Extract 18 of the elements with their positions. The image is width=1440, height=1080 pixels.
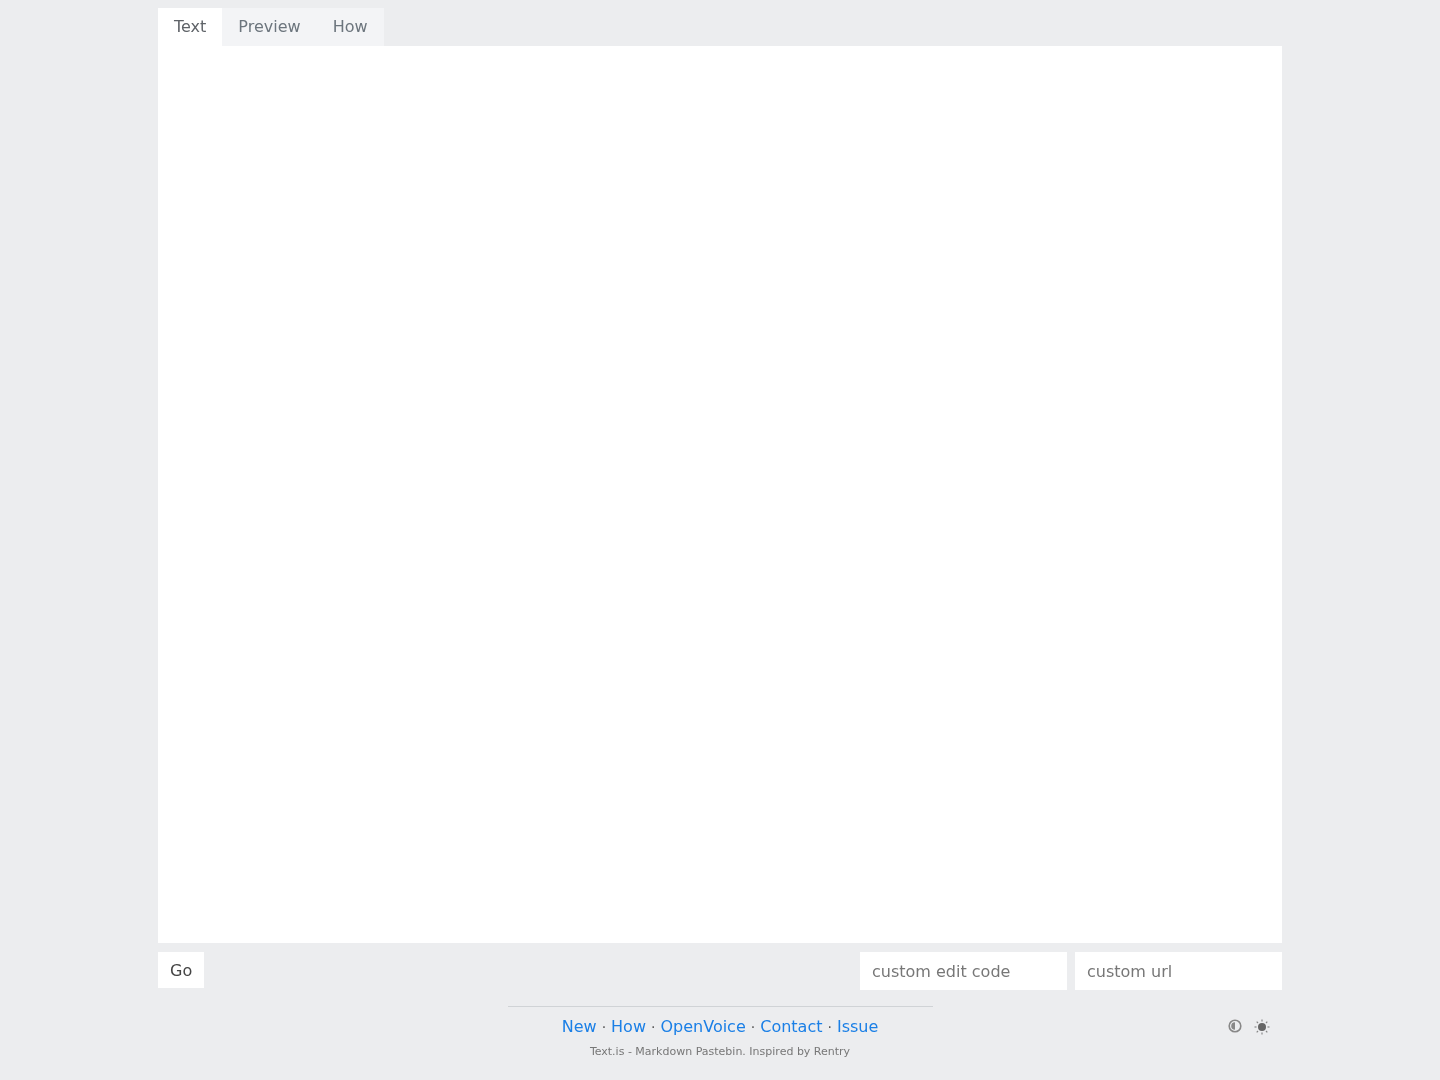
tab[interactable]: Text (158, 8, 223, 46)
sun-icon[interactable] (1254, 1019, 1270, 1035)
credit-text: Text.is - Markdown Pastebin. Inspired by Rentry (589, 1045, 851, 1058)
separator: · (651, 1018, 656, 1035)
go-button[interactable]: Go (158, 952, 205, 988)
separator: · (750, 1018, 756, 1035)
footer-link[interactable]: How (611, 1017, 646, 1036)
input-field[interactable]: custom edit code (860, 952, 1067, 990)
footer-link[interactable]: New (561, 1017, 597, 1036)
footer-link[interactable]: Issue (836, 1017, 879, 1036)
tab[interactable]: How (316, 8, 384, 46)
contrast-icon[interactable] (1228, 1019, 1242, 1033)
separator: · (601, 1018, 607, 1035)
footer-link[interactable]: Contact (760, 1017, 823, 1036)
tab[interactable]: Preview (222, 8, 317, 46)
separator: · (827, 1018, 832, 1035)
input-field[interactable]: custom url (1075, 952, 1282, 990)
footer-link[interactable]: OpenVoice (660, 1017, 746, 1036)
